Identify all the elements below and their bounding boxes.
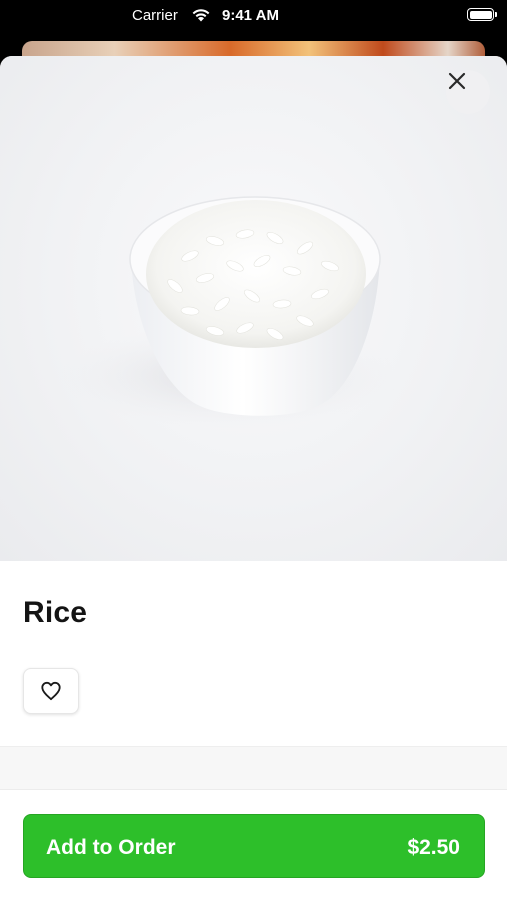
screen: Carrier 9:41 AM Rice Add to Order $2.50 <box>0 0 507 900</box>
rice-bowl-illustration <box>60 196 400 428</box>
add-to-order-button[interactable]: Add to Order $2.50 <box>23 814 485 878</box>
section-divider <box>0 746 507 790</box>
favorite-button[interactable] <box>23 668 79 714</box>
item-title: Rice <box>23 596 88 629</box>
carrier-label: Carrier <box>132 7 178 24</box>
item-image <box>0 56 507 561</box>
battery-icon <box>467 8 497 21</box>
order-footer: Add to Order $2.50 <box>0 791 507 900</box>
close-button[interactable] <box>446 70 490 114</box>
heart-icon <box>41 681 61 701</box>
add-to-order-label: Add to Order <box>46 836 176 859</box>
wifi-icon <box>192 9 210 22</box>
status-bar: Carrier 9:41 AM <box>0 0 507 30</box>
close-icon <box>448 72 466 90</box>
status-time: 9:41 AM <box>222 7 279 24</box>
item-detail-sheet: Rice Add to Order $2.50 <box>0 56 507 900</box>
price-label: $2.50 <box>407 836 460 859</box>
